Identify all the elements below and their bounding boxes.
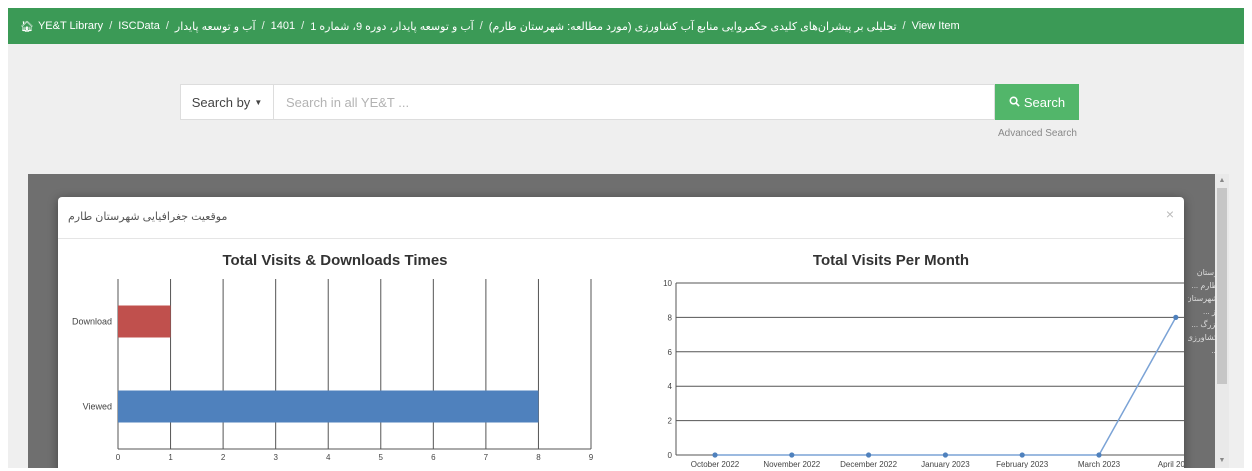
x-tick-label: 2 [221, 453, 226, 462]
y-tick-label: 6 [668, 348, 673, 357]
chart-title: Total Visits & Downloads Times [222, 252, 447, 269]
visits-per-month-chart: Total Visits Per Month 0 2 4 6 8 10 October 20… [663, 252, 1184, 468]
breadcrumb-item-year[interactable]: 1401 [271, 20, 295, 32]
y-tick-label: 10 [663, 279, 672, 288]
search-input[interactable] [274, 84, 995, 120]
x-tick-label: 5 [379, 453, 384, 462]
breadcrumb-item-issue[interactable]: آب و توسعه پایدار، دوره 9، شماره 1 [310, 20, 474, 33]
breadcrumb-item-iscdata[interactable]: ISCData [118, 20, 160, 32]
x-tick-label: 7 [484, 453, 489, 462]
x-tick-label: 4 [326, 453, 331, 462]
x-tick-label: 0 [116, 453, 121, 462]
x-tick-label: 3 [273, 453, 278, 462]
breadcrumb-separator: / [479, 20, 483, 32]
search-bar: Search by ▼ Search [180, 84, 1079, 120]
x-tick-label: 1 [168, 453, 173, 462]
breadcrumb-separator: / [261, 20, 265, 32]
statistics-modal: موقعیت جغرافیایی شهرستان طارم × Total Vi… [58, 197, 1184, 468]
bar-viewed [118, 390, 539, 423]
data-point [866, 452, 872, 458]
data-point [789, 452, 795, 458]
search-by-dropdown[interactable]: Search by ▼ [180, 84, 274, 120]
caret-down-icon: ▼ [254, 97, 263, 107]
x-tick-label: March 2023 [1078, 460, 1121, 468]
y-tick-label: 4 [668, 382, 673, 391]
y-tick-label: 2 [668, 417, 673, 426]
category-label: Download [72, 317, 112, 327]
scroll-up-icon[interactable]: ▲ [1217, 176, 1227, 186]
scroll-down-icon[interactable]: ▼ [1217, 456, 1227, 466]
x-tick-label: April 2023 [1158, 460, 1184, 468]
data-point [1019, 452, 1025, 458]
x-tick-label: 6 [431, 453, 436, 462]
data-point [712, 452, 718, 458]
x-tick-label: 8 [536, 453, 541, 462]
chart-title: Total Visits Per Month [813, 252, 969, 269]
scrollbar-thumb[interactable] [1217, 188, 1227, 384]
y-tick-label: 8 [668, 313, 673, 322]
breadcrumb-separator: / [109, 20, 113, 32]
breadcrumb-separator: / [165, 20, 169, 32]
breadcrumb-item-current: View Item [911, 20, 960, 32]
data-point [1173, 314, 1179, 320]
search-icon [1009, 95, 1020, 110]
visits-downloads-chart: Total Visits & Downloads Times 0 1 2 3 4 5 6 7 8… [72, 252, 594, 462]
bar-download [118, 305, 171, 338]
category-label: Viewed [83, 402, 112, 412]
modal-header: موقعیت جغرافیایی شهرستان طارم × [58, 197, 1184, 239]
search-by-label: Search by [191, 94, 251, 110]
x-tick-label: December 2022 [840, 460, 897, 468]
close-icon[interactable]: × [1166, 206, 1174, 222]
home-icon[interactable]: 🏠︎ [20, 20, 34, 33]
data-point [942, 452, 948, 458]
page-scrollbar[interactable]: ▲ ▼ [1215, 174, 1229, 468]
y-tick-label: 0 [668, 451, 673, 460]
breadcrumb-item-journal[interactable]: آب و توسعه پایدار [175, 20, 256, 33]
search-button-label: Search [1023, 94, 1066, 110]
data-point [1096, 452, 1102, 458]
breadcrumb-separator: / [902, 20, 906, 32]
breadcrumb-item-library[interactable]: YE&T Library [38, 20, 103, 32]
breadcrumb-item-article[interactable]: تحلیلی بر پیشران‌های کلیدی حکمروایی مناب… [489, 20, 897, 33]
search-button[interactable]: Search [995, 84, 1079, 120]
advanced-search-link[interactable]: Advanced Search [998, 128, 1077, 139]
breadcrumb: 🏠︎ YE&T Library / ISCData / آب و توسعه پ… [8, 8, 1244, 44]
x-tick-label: February 2023 [996, 460, 1049, 468]
x-tick-label: November 2022 [763, 460, 820, 468]
x-tick-label: January 2023 [921, 460, 970, 468]
page-frame: 🏠︎ YE&T Library / ISCData / آب و توسعه پ… [8, 8, 1244, 468]
background-page-text: رستان طارم ... شهرستان از ... بزرگ ... ک… [1188, 268, 1218, 355]
x-tick-label: October 2022 [691, 460, 740, 468]
modal-title: موقعیت جغرافیایی شهرستان طارم [68, 211, 228, 223]
breadcrumb-separator: / [301, 20, 305, 32]
